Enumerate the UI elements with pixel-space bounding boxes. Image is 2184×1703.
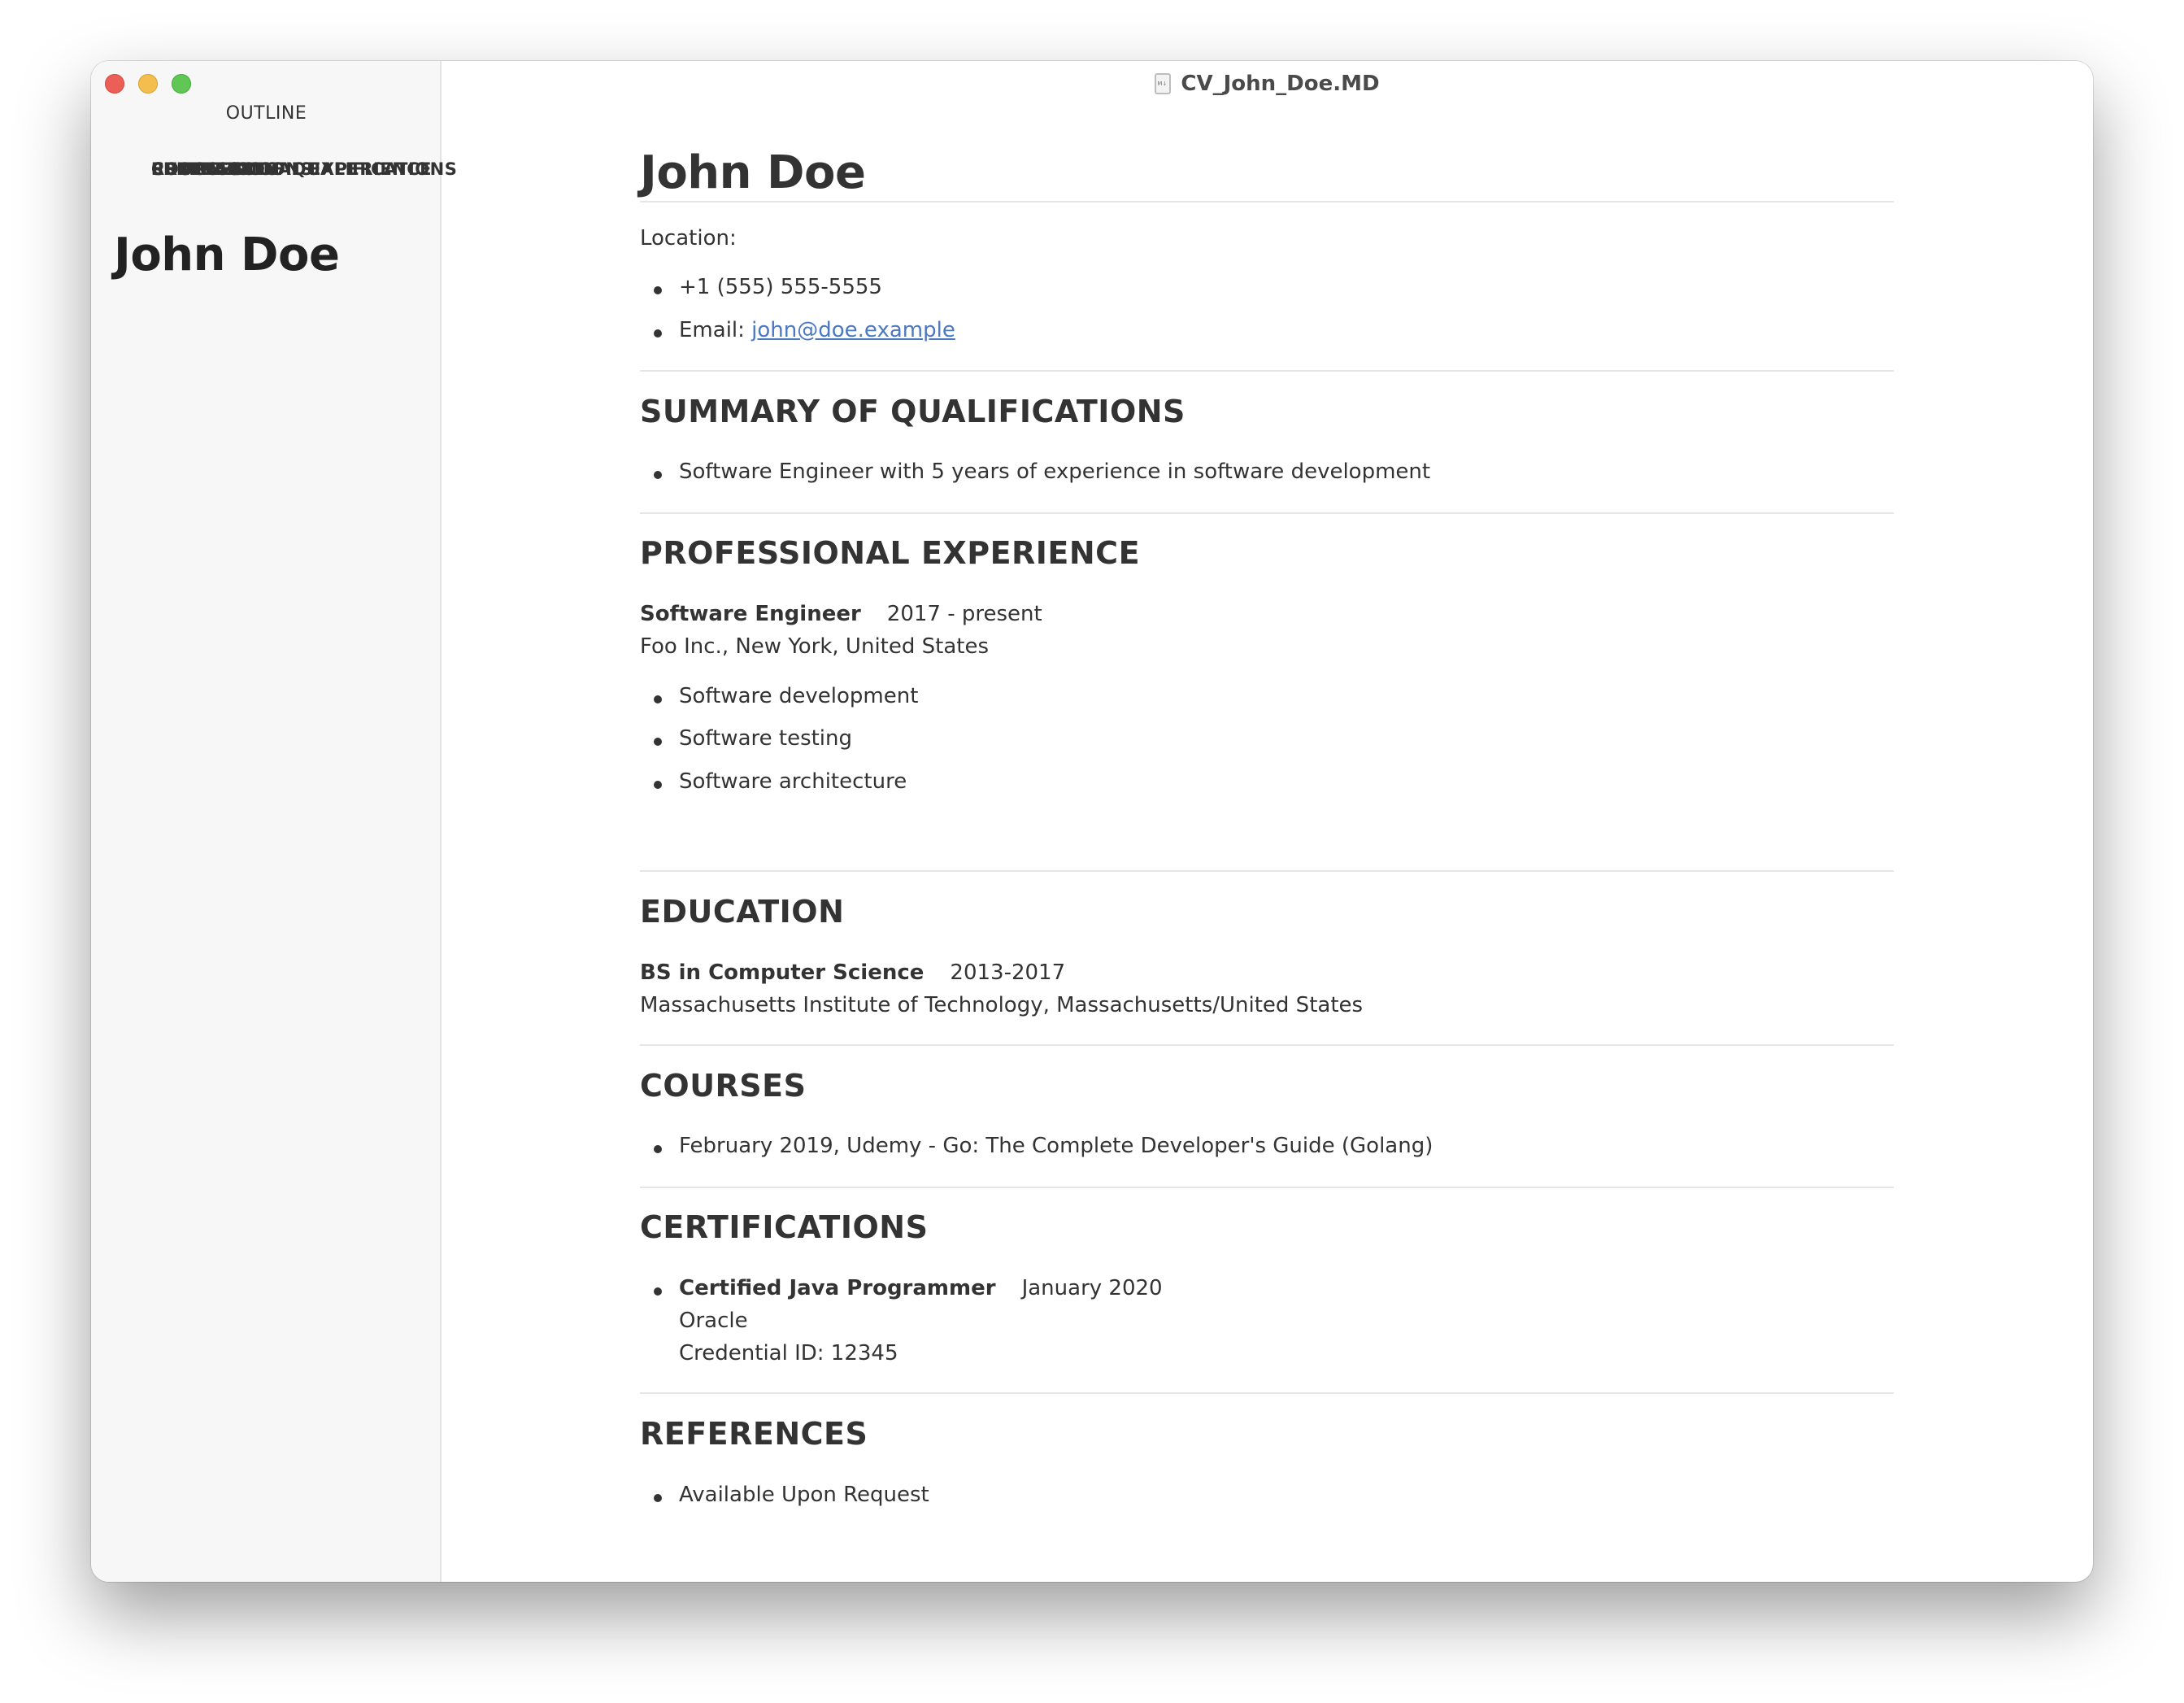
location-label: Location: [640, 226, 737, 250]
section-divider [640, 1392, 1894, 1394]
experience-title-line: Software Engineer 2017 - present [640, 602, 1042, 626]
section-divider [640, 370, 1894, 372]
section-divider [640, 1044, 1894, 1046]
window-controls [105, 74, 191, 94]
title-divider [640, 201, 1894, 203]
references-heading: REFERENCES [640, 1416, 868, 1452]
experience-item: Software testing [640, 726, 852, 751]
summary-heading: SUMMARY OF QUALIFICATIONS [640, 394, 1186, 429]
certifications-heading: CERTIFICATIONS [640, 1209, 929, 1245]
window-title: CV_John_Doe.MD [1181, 72, 1380, 96]
courses-heading: COURSES [640, 1068, 807, 1104]
email-item: Email: john@doe.example [640, 318, 955, 342]
certification-credential: Credential ID: 12345 [679, 1341, 898, 1365]
certification-date: January 2020 [1021, 1276, 1163, 1300]
education-title-line: BS in Computer Science 2013-2017 [640, 960, 1065, 985]
outline-sidebar: OUTLINE John Doe SUMMARY OF QUALIFICATIO… [91, 61, 457, 1582]
minimize-button[interactable] [138, 74, 158, 94]
editor-window: CV_John_Doe.MD OUTLINE John Doe SUMMARY … [91, 61, 2093, 1582]
markdown-file-icon [1155, 73, 1172, 94]
course-item: February 2019, Udemy - Go: The Complete … [640, 1134, 1433, 1158]
section-divider [640, 512, 1894, 514]
education-school: Massachusetts Institute of Technology, M… [640, 993, 1364, 1017]
experience-period: 2017 - present [886, 602, 1042, 626]
email-link[interactable]: john@doe.example [751, 318, 955, 342]
education-heading: EDUCATION [640, 894, 845, 930]
experience-company: Foo Inc., New York, United States [640, 634, 989, 659]
zoom-button[interactable] [172, 74, 191, 94]
experience-item: Software architecture [640, 769, 907, 794]
phone-item: +1 (555) 555-5555 [640, 275, 882, 299]
education-degree: BS in Computer Science [640, 960, 925, 985]
outline-item-references[interactable]: REFERENCES [91, 150, 279, 189]
outline-item-john-doe[interactable]: John Doe [91, 233, 340, 278]
certification-item: Certified Java Programmer January 2020 [640, 1276, 1163, 1300]
education-period: 2013-2017 [950, 960, 1066, 985]
experience-heading: PROFESSIONAL EXPERIENCE [640, 535, 1141, 571]
outline-title: OUTLINE [225, 103, 307, 124]
certification-name: Certified Java Programmer [679, 1276, 996, 1300]
title-bar: CV_John_Doe.MD [442, 61, 2093, 107]
reference-item: Available Upon Request [640, 1483, 929, 1507]
summary-item: Software Engineer with 5 years of experi… [640, 460, 1430, 484]
section-divider [640, 1187, 1894, 1188]
close-button[interactable] [105, 74, 124, 94]
section-divider [640, 870, 1894, 872]
experience-role: Software Engineer [640, 602, 861, 626]
experience-item: Software development [640, 684, 918, 708]
email-label: Email: [679, 318, 745, 342]
document-title: John Doe [640, 146, 866, 199]
certification-issuer: Oracle [679, 1309, 748, 1333]
